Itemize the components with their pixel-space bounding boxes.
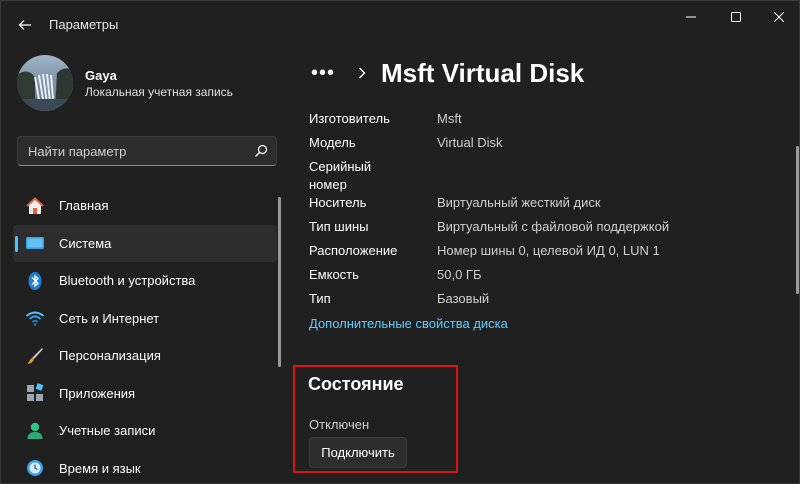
property-label: Модель: [309, 135, 356, 150]
property-label: Тип шины: [309, 219, 369, 234]
sidebar-item-personalization[interactable]: Персонализация: [13, 337, 277, 375]
avatar[interactable]: [17, 55, 73, 111]
property-value: Виртуальный с файловой поддержкой: [437, 219, 670, 234]
close-button[interactable]: [763, 7, 795, 27]
brush-icon: [25, 346, 45, 366]
sidebar-scrollbar[interactable]: [278, 197, 281, 367]
property-label: Носитель: [309, 195, 367, 210]
search-box[interactable]: [17, 136, 277, 166]
user-name: Gaya: [85, 68, 117, 83]
back-button[interactable]: [13, 13, 37, 37]
search-icon[interactable]: [254, 144, 268, 158]
advanced-disk-properties-link[interactable]: Дополнительные свойства диска: [309, 316, 508, 331]
main-scrollbar[interactable]: [796, 146, 799, 294]
property-label: Тип: [309, 291, 331, 306]
property-label: Серийный номер: [309, 159, 372, 192]
active-indicator: [15, 235, 18, 252]
sidebar-item-label: Персонализация: [59, 348, 161, 364]
sidebar-item-time-language[interactable]: Время и язык: [13, 450, 277, 484]
sidebar-item-label: Учетные записи: [59, 423, 156, 439]
property-label: Емкость: [309, 267, 359, 282]
apps-icon: [25, 383, 45, 403]
status-value: Отключен: [309, 417, 370, 432]
system-icon: [25, 233, 45, 253]
arrow-left-icon: [18, 20, 31, 30]
sidebar-item-label: Bluetooth и устройства: [59, 273, 196, 289]
sidebar-item-label: Главная: [59, 198, 109, 214]
page-title: Msft Virtual Disk: [381, 57, 585, 88]
sidebar-nav: Главная Система Bluetooth и устройства С…: [13, 187, 277, 484]
breadcrumb: ••• Msft Virtual Disk: [311, 57, 584, 89]
sidebar-item-home[interactable]: Главная: [13, 187, 277, 225]
maximize-button[interactable]: [720, 7, 752, 27]
app-title: Параметры: [49, 17, 119, 32]
accounts-icon: [25, 421, 45, 441]
property-label: Изготовитель: [309, 111, 390, 126]
breadcrumb-more-button[interactable]: •••: [311, 62, 341, 85]
property-value: Виртуальный жесткий диск: [437, 195, 601, 210]
connect-button[interactable]: Подключить: [309, 437, 407, 468]
sidebar-item-system[interactable]: Система: [13, 224, 277, 262]
settings-window: Параметры Gaya Локальная учетная запись …: [0, 0, 800, 484]
sidebar-item-accounts[interactable]: Учетные записи: [13, 412, 277, 450]
title-bar: Параметры: [1, 1, 800, 47]
property-value: Номер шины 0, целевой ИД 0, LUN 1: [437, 243, 660, 258]
property-label: Расположение: [309, 243, 398, 258]
close-icon: [774, 12, 784, 22]
minimize-icon: [686, 16, 696, 18]
sidebar-item-label: Сеть и Интернет: [59, 310, 160, 326]
home-icon: [25, 196, 45, 216]
minimize-button[interactable]: [675, 7, 707, 27]
avatar-image: [17, 55, 73, 111]
property-value: Virtual Disk: [437, 135, 503, 150]
sidebar-item-label: Время и язык: [59, 460, 141, 476]
sidebar-item-apps[interactable]: Приложения: [13, 375, 277, 413]
sidebar-item-label: Система: [59, 235, 112, 251]
property-value: Базовый: [437, 291, 490, 306]
maximize-icon: [731, 12, 741, 22]
search-input[interactable]: [18, 137, 248, 165]
account-type: Локальная учетная запись: [85, 85, 233, 99]
property-value: 50,0 ГБ: [437, 267, 482, 282]
sidebar-item-network[interactable]: Сеть и Интернет: [13, 300, 277, 338]
bluetooth-icon: [25, 271, 45, 291]
wifi-icon: [25, 308, 45, 328]
status-heading: Состояние: [308, 374, 404, 394]
sidebar-item-label: Приложения: [59, 385, 136, 401]
sidebar-item-bluetooth[interactable]: Bluetooth и устройства: [13, 262, 277, 300]
chevron-right-icon: [359, 67, 366, 79]
time-language-icon: [25, 458, 45, 478]
property-value: Msft: [437, 111, 462, 126]
